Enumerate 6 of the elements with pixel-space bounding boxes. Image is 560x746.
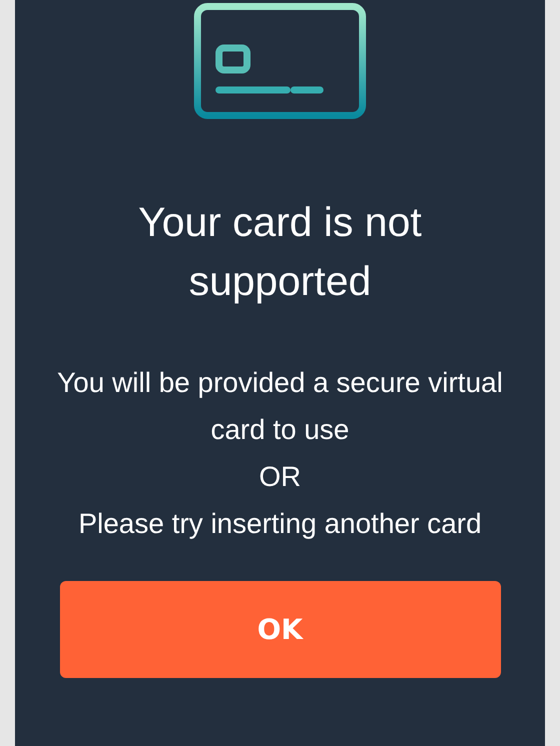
credit-card-icon: [194, 3, 366, 119]
ok-button[interactable]: OK: [60, 581, 500, 678]
message-text: Please try inserting another card: [78, 507, 482, 541]
dialog-title: Your card is not supported: [137, 198, 423, 306]
message-text: You will be provided a secure virtual card to use: [56, 366, 504, 447]
message-text: OR: [259, 460, 301, 494]
